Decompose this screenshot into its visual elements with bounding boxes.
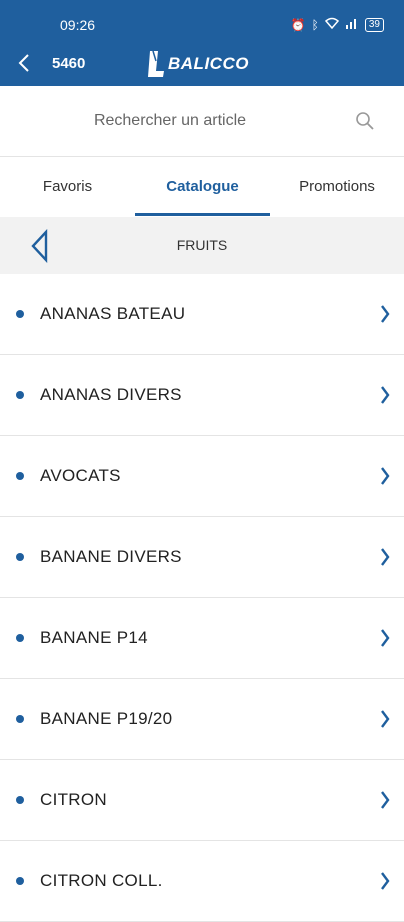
category-header: FRUITS bbox=[0, 217, 404, 274]
chevron-right-icon bbox=[378, 383, 392, 407]
chevron-right-icon bbox=[378, 626, 392, 650]
logo-mark-icon bbox=[148, 50, 164, 77]
active-tab-indicator bbox=[135, 213, 270, 216]
bullet-icon bbox=[16, 553, 24, 561]
app-bar: 5460 BALICCO bbox=[0, 42, 404, 86]
signal-icon bbox=[345, 17, 359, 32]
chevron-right-icon bbox=[378, 788, 392, 812]
status-icons: ⏰ ᛒ 39 bbox=[291, 17, 384, 32]
chevron-right-icon bbox=[378, 545, 392, 569]
status-bar: 09:26 ⏰ ᛒ 39 bbox=[0, 0, 404, 42]
list-item[interactable]: BANANE P14 bbox=[0, 598, 404, 679]
list-item-label: ANANAS DIVERS bbox=[40, 385, 182, 404]
bullet-icon bbox=[16, 634, 24, 642]
list-item[interactable]: BANANE P19/20 bbox=[0, 679, 404, 760]
bluetooth-icon: ᛒ bbox=[311, 17, 319, 32]
tab-bar: Favoris Catalogue Promotions bbox=[0, 157, 404, 217]
chevron-right-icon bbox=[378, 707, 392, 731]
brand-logo: BALICCO bbox=[146, 48, 249, 80]
list-item[interactable]: AVOCATS bbox=[0, 436, 404, 517]
category-list: ANANAS BATEAU ANANAS DIVERS AVOCATS BANA… bbox=[0, 274, 404, 922]
list-item[interactable]: ANANAS BATEAU bbox=[0, 274, 404, 355]
logo-text: BALICCO bbox=[168, 54, 249, 73]
list-item-label: AVOCATS bbox=[40, 466, 121, 485]
chevron-right-icon bbox=[378, 464, 392, 488]
bullet-icon bbox=[16, 715, 24, 723]
battery-icon: 39 bbox=[364, 17, 384, 32]
alarm-icon: ⏰ bbox=[290, 17, 306, 32]
list-item-label: ANANAS BATEAU bbox=[40, 304, 186, 323]
chevron-right-icon bbox=[378, 869, 392, 893]
back-arrow-icon[interactable] bbox=[14, 50, 36, 76]
list-item-label: CITRON bbox=[40, 790, 107, 809]
list-item[interactable]: BANANE DIVERS bbox=[0, 517, 404, 598]
bullet-icon bbox=[16, 472, 24, 480]
bullet-icon bbox=[16, 310, 24, 318]
list-item-label: BANANE P14 bbox=[40, 628, 148, 647]
bullet-icon bbox=[16, 796, 24, 804]
account-number: 5460 bbox=[52, 55, 86, 72]
tab-promotions[interactable]: Promotions bbox=[270, 157, 404, 217]
wifi-icon bbox=[324, 17, 339, 32]
tab-favoris[interactable]: Favoris bbox=[0, 157, 135, 217]
search-input[interactable]: Rechercher un article bbox=[0, 112, 340, 130]
search-bar[interactable]: Rechercher un article bbox=[0, 86, 404, 157]
bullet-icon bbox=[16, 877, 24, 885]
list-item-label: CITRON COLL. bbox=[40, 871, 163, 890]
list-item-label: BANANE DIVERS bbox=[40, 547, 182, 566]
chevron-right-icon bbox=[378, 302, 392, 326]
list-item[interactable]: CITRON bbox=[0, 760, 404, 841]
list-item-label: BANANE P19/20 bbox=[40, 709, 173, 728]
category-title: FRUITS bbox=[176, 237, 228, 253]
search-icon[interactable] bbox=[354, 110, 376, 132]
list-item[interactable]: ANANAS DIVERS bbox=[0, 355, 404, 436]
list-item[interactable]: CITRON COLL. bbox=[0, 841, 404, 922]
bullet-icon bbox=[16, 391, 24, 399]
status-time: 09:26 bbox=[60, 17, 96, 33]
tab-catalogue[interactable]: Catalogue bbox=[135, 157, 270, 217]
